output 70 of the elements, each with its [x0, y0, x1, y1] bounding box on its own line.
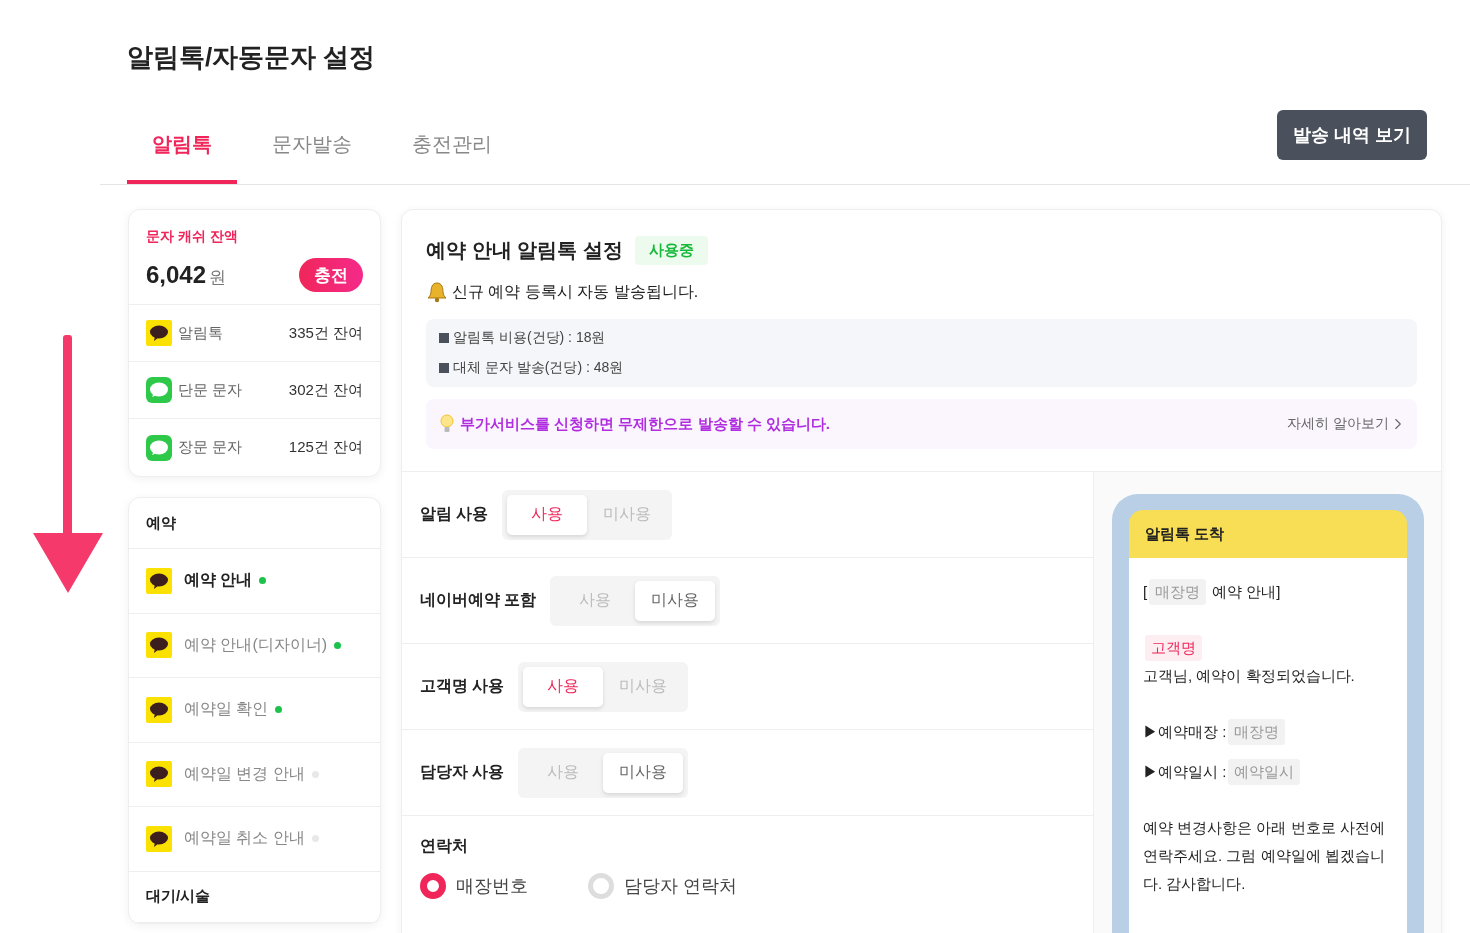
- status-badge: 사용중: [634, 236, 708, 265]
- setting-label: 담당자 사용: [420, 762, 505, 782]
- message-type: 단문 문자: [178, 380, 244, 400]
- option-button[interactable]: 미사용: [635, 580, 716, 621]
- chat-bubble-icon: [146, 696, 172, 723]
- bell-icon: [426, 281, 448, 303]
- option-button[interactable]: 사용: [523, 666, 604, 707]
- menu-group-title: 대기/시술: [129, 871, 380, 923]
- tab[interactable]: 문자발송: [247, 131, 377, 184]
- menu-item-label: 예약 안내(디자이너): [184, 634, 328, 655]
- tab[interactable]: 알림톡: [127, 131, 237, 184]
- message-type: 장문 문자: [178, 438, 244, 457]
- radio-label: 매장번호: [456, 875, 528, 898]
- currency-unit: 원: [209, 268, 227, 287]
- square-bullet-icon: [439, 333, 449, 343]
- chat-bubble-icon: [146, 567, 172, 594]
- remaining-count: 302건 잔여: [288, 380, 363, 400]
- variable-chip: 고객명: [1145, 635, 1202, 661]
- menu-item-label: 예약일 변경 안내: [184, 763, 305, 784]
- message-text: 예약 변경사항은 아래 번호로 사전에 연락주세요. 그럼 예약일에 뵙겠습니다. 감사합니다.: [1143, 818, 1386, 894]
- down-arrow-icon: [33, 335, 103, 593]
- message-icon: [146, 434, 172, 461]
- remaining-count: 125건 잔여: [288, 438, 363, 457]
- lightbulb-icon: [440, 414, 454, 434]
- settings-title: 예약 안내 알림톡 설정: [426, 238, 623, 263]
- square-bullet-icon: [439, 363, 449, 373]
- message-icon: [146, 377, 172, 403]
- message-text: ▶예약일시 :: [1143, 762, 1227, 782]
- cost-text: 알림톡 비용(건당) : 18원: [453, 329, 606, 347]
- page-title: 알림톡/자동문자 설정: [126, 41, 377, 74]
- radio-button[interactable]: [420, 873, 446, 899]
- chat-bubble-icon: [146, 825, 172, 852]
- learn-more-link[interactable]: 자세히 알아보기: [1287, 415, 1407, 433]
- chat-bubble-icon: [146, 632, 172, 659]
- chat-bubble-icon: [146, 761, 172, 788]
- message-text: [: [1143, 582, 1148, 602]
- remaining-count: 335건 잔여: [288, 323, 363, 343]
- menu-item[interactable]: 예약 안내(디자이너): [129, 613, 380, 678]
- variable-chip: 매장명: [1228, 719, 1286, 745]
- radio-label: 담당자 연락처: [624, 875, 737, 898]
- option-button[interactable]: 미사용: [603, 752, 684, 793]
- cost-text: 대체 문자 발송(건당) : 48원: [453, 359, 624, 377]
- menu-item-label: 예약일 취소 안내: [184, 828, 305, 849]
- menu-item[interactable]: 예약일 취소 안내: [129, 807, 380, 872]
- variable-chip: 매장명: [1149, 579, 1207, 605]
- promo-text: 부가서비스를 신청하면 무제한으로 발송할 수 있습니다.: [460, 414, 831, 434]
- option-button[interactable]: 사용: [507, 494, 588, 535]
- menu-item-label: 예약일 확인: [184, 699, 269, 720]
- setting-label: 고객명 사용: [420, 676, 505, 696]
- message-type: 알림톡: [178, 323, 224, 343]
- tab[interactable]: 충전관리: [387, 131, 517, 184]
- history-button[interactable]: 발송 내역 보기: [1277, 110, 1427, 160]
- notice-text: 신규 예약 등록시 자동 발송됩니다.: [452, 281, 699, 302]
- menu-group-title: 예약: [129, 498, 380, 549]
- balance-amount: 6,042: [146, 261, 207, 288]
- menu-item-label: 예약 안내: [184, 570, 253, 591]
- menu-item[interactable]: 예약 안내: [129, 549, 380, 614]
- setting-label: 알림 사용: [420, 504, 489, 524]
- setting-label: 연락처: [420, 837, 468, 854]
- balance-label: 문자 캐쉬 잔액: [146, 228, 239, 246]
- message-text: 고객님, 예약이 확정되었습니다.: [1143, 666, 1355, 686]
- message-text: ▶예약매장 :: [1143, 722, 1227, 742]
- variable-chip: 예약일시: [1228, 759, 1301, 785]
- menu-item[interactable]: 예약일 확인: [129, 678, 380, 743]
- setting-label: 네이버예약 포함: [420, 590, 537, 610]
- message-text: 예약 안내]: [1212, 582, 1281, 602]
- menu-item[interactable]: 예약일 변경 안내: [129, 742, 380, 807]
- chat-bubble-icon: [146, 320, 172, 346]
- preview-header: 알림톡 도착: [1129, 510, 1407, 558]
- charge-button[interactable]: 충전: [299, 258, 363, 292]
